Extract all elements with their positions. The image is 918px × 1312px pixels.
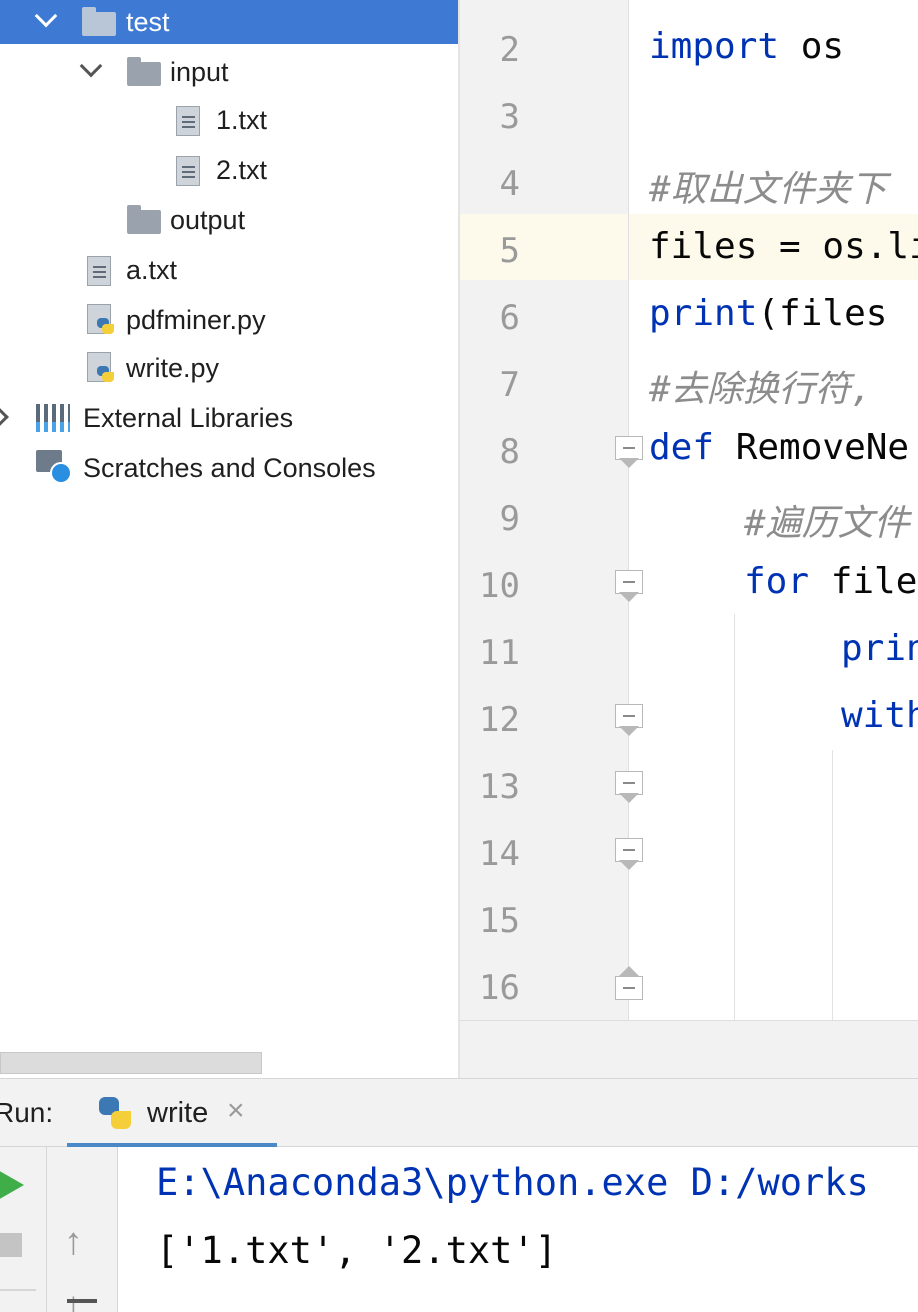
chevron-down-icon[interactable] — [79, 54, 103, 78]
line-number: 6 — [499, 298, 520, 338]
indent-guide — [734, 614, 735, 1020]
code-line: print(files — [649, 293, 888, 334]
chevron-down-icon[interactable] — [34, 4, 58, 28]
folder-icon — [127, 57, 161, 86]
python-file-icon — [87, 352, 114, 382]
fold-marker-icon[interactable] — [615, 704, 643, 738]
code-comment: #取出文件夹下 — [649, 169, 887, 210]
toolbar-divider — [0, 1289, 36, 1291]
code-line: with — [841, 695, 918, 736]
fold-marker-icon[interactable] — [615, 436, 643, 470]
line-number: 14 — [479, 834, 520, 874]
stop-icon[interactable] — [0, 1233, 22, 1257]
tree-item-label: a.txt — [126, 254, 178, 285]
line-number: 15 — [479, 901, 520, 941]
text-file-icon — [176, 156, 200, 186]
tree-item-label: 2.txt — [216, 154, 268, 185]
line-number: 9 — [499, 499, 520, 539]
tree-item-label: 1.txt — [216, 104, 268, 135]
code-line: for file — [744, 561, 918, 602]
code-line: def RemoveNe — [649, 427, 910, 468]
tree-item-label: write.py — [126, 352, 220, 383]
tree-item-label: input — [170, 56, 229, 87]
menu-icon[interactable] — [67, 1299, 97, 1303]
folder-icon — [82, 7, 116, 36]
tree-item-label: pdfminer.py — [126, 304, 266, 335]
folder-icon — [127, 205, 161, 234]
code-line: import os — [649, 26, 845, 67]
scratches-icon — [36, 450, 72, 484]
run-label: Run: — [0, 1097, 54, 1128]
tree-item-input[interactable]: input — [0, 50, 459, 94]
line-number: 13 — [479, 767, 520, 807]
code-editor[interactable]: 2 3 4 5 6 7 8 9 10 11 12 13 14 15 16 imp… — [460, 0, 918, 1078]
chevron-right-icon[interactable] — [0, 407, 9, 427]
text-file-icon — [176, 106, 200, 136]
fold-marker-icon[interactable] — [615, 838, 643, 872]
python-file-icon — [87, 304, 114, 334]
line-number: 5 — [499, 231, 520, 271]
code-comment: #去除换行符, — [649, 369, 873, 410]
console-line: E:\Anaconda3\python.exe D:/works — [156, 1161, 869, 1204]
code-comment: #遍历文件 — [744, 503, 910, 544]
tree-item-external-libraries[interactable]: External Libraries — [0, 396, 459, 440]
line-number: 8 — [499, 432, 520, 472]
run-panel: Run: write × ↑ ↓ E:\Anaconda3\python.exe… — [0, 1078, 918, 1312]
close-icon[interactable]: × — [227, 1094, 245, 1128]
tree-item-2-txt[interactable]: 2.txt — [0, 148, 459, 192]
tree-item-label: output — [170, 204, 246, 235]
tab-write[interactable]: write × — [67, 1079, 277, 1147]
tree-item-pdfminer-py[interactable]: pdfminer.py — [0, 298, 459, 342]
toolbar-divider — [46, 1147, 47, 1312]
line-number: 11 — [479, 633, 520, 673]
horizontal-scrollbar[interactable] — [0, 1052, 262, 1074]
tree-item-test[interactable]: test — [0, 0, 459, 44]
rerun-icon[interactable] — [0, 1169, 24, 1201]
tree-item-label: test — [126, 6, 170, 37]
line-number: 4 — [499, 164, 520, 204]
text-file-icon — [87, 256, 111, 286]
tree-item-a-txt[interactable]: a.txt — [0, 248, 459, 292]
fold-end-marker-icon[interactable] — [615, 966, 643, 1000]
editor-bottom-bar — [460, 1020, 918, 1078]
project-tree: test input 1.txt 2.txt output a.txt pdfm… — [0, 0, 459, 1078]
fold-marker-icon[interactable] — [615, 570, 643, 604]
tree-item-write-py[interactable]: write.py — [0, 346, 459, 390]
tab-label: write — [147, 1097, 209, 1129]
line-number: 3 — [499, 97, 520, 137]
tree-item-1-txt[interactable]: 1.txt — [0, 98, 459, 142]
line-number: 2 — [499, 30, 520, 70]
console-line: ['1.txt', '2.txt'] — [156, 1229, 557, 1272]
python-icon — [99, 1097, 133, 1131]
fold-marker-icon[interactable] — [615, 771, 643, 805]
code-line: prin — [841, 628, 918, 669]
line-number: 12 — [479, 700, 520, 740]
code-line: files = os.li — [649, 226, 918, 267]
up-arrow-icon[interactable]: ↑ — [64, 1221, 83, 1264]
tree-item-output[interactable]: output — [0, 198, 459, 242]
line-number: 16 — [479, 968, 520, 1008]
tree-item-label: External Libraries — [83, 402, 294, 433]
line-number: 7 — [499, 365, 520, 405]
line-number: 10 — [479, 566, 520, 606]
console-output[interactable]: E:\Anaconda3\python.exe D:/works ['1.txt… — [118, 1147, 918, 1312]
run-panel-header: Run: write × — [0, 1079, 918, 1147]
libraries-icon — [36, 404, 70, 432]
tree-item-scratches-and-consoles[interactable]: Scratches and Consoles — [0, 446, 459, 490]
indent-guide — [832, 750, 833, 1020]
tree-item-label: Scratches and Consoles — [83, 452, 376, 483]
